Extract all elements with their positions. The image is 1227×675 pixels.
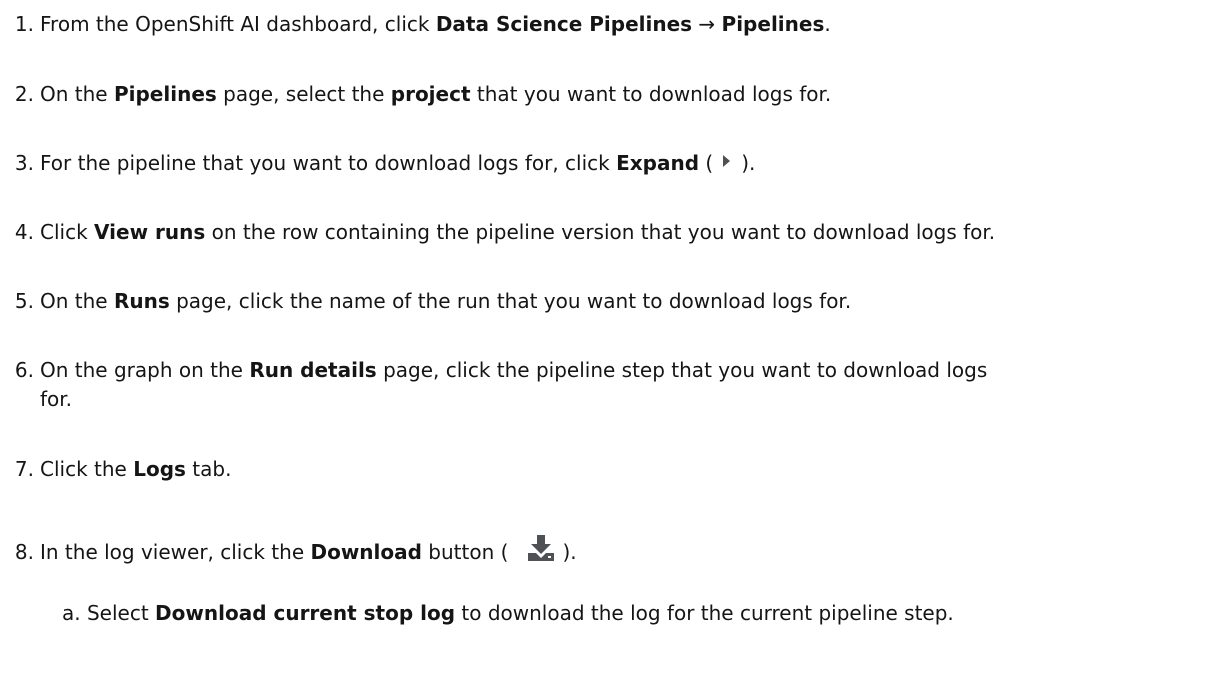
substep-a: a. Select Download current stop log to d… [62,599,954,627]
step-8: 8. In the log viewer, click the Download … [0,533,577,566]
step-7: 7. Click the Logs tab. [0,455,232,483]
step-6: 6. On the graph on the Run details page, … [0,356,987,384]
step-number: 7. [14,457,34,481]
ui-term: Expand [616,151,700,175]
ui-term: Pipelines [721,12,825,36]
step-number: 3. [14,151,34,175]
step-text: ( [699,151,714,175]
step-1: 1. From the OpenShift AI dashboard, click… [0,10,831,38]
ui-term: Data Science Pipelines [435,12,693,36]
step-number: 8. [14,540,34,564]
ui-term: project [390,82,471,106]
step-text: ). [562,540,577,564]
arrow-separator: → [692,12,722,36]
ui-term: Download [310,540,422,564]
step-text: On the [40,289,114,313]
ui-term: View runs [94,220,206,244]
step-text: Click the [40,457,134,481]
step-text: page, click the name of the run that you… [169,289,852,313]
ui-term: Pipelines [113,82,217,106]
step-6-continuation: for. [40,387,73,411]
step-2: 2. On the Pipelines page, select the proj… [0,80,831,108]
step-text: page, click the pipeline step that you w… [376,358,988,382]
step-text: . [824,12,831,36]
step-text: on the row containing the pipeline versi… [205,220,996,244]
ui-term: Run details [249,358,377,382]
substep-letter: a. [62,601,81,625]
step-text: that you want to download logs for. [470,82,832,106]
chevron-right-icon [717,151,737,171]
download-icon [526,533,556,563]
step-text: From the OpenShift AI dashboard, click [40,12,436,36]
step-number: 5. [14,289,34,313]
step-text: to download the log for the current pipe… [455,601,954,625]
step-text: button ( [421,540,509,564]
step-4: 4. Click View runs on the row containing … [0,218,995,246]
ui-term: Logs [133,457,186,481]
step-text: ). [741,151,756,175]
step-text: Click [40,220,95,244]
step-5: 5. On the Runs page, click the name of th… [0,287,851,315]
step-text: In the log viewer, click the [40,540,311,564]
step-text: On the graph on the [40,358,250,382]
step-text: tab. [185,457,232,481]
step-text: On the [40,82,114,106]
ui-term: Runs [113,289,170,313]
step-number: 1. [14,12,34,36]
step-3: 3. For the pipeline that you want to down… [0,149,755,177]
step-number: 2. [14,82,34,106]
step-text: page, select the [216,82,391,106]
procedure-steps: 1. From the OpenShift AI dashboard, click… [0,0,1227,675]
step-number: 4. [14,220,34,244]
step-text: Select [86,601,156,625]
ui-term: Download current stop log [155,601,456,625]
step-text: For the pipeline that you want to downlo… [40,151,617,175]
step-number: 6. [14,358,34,382]
